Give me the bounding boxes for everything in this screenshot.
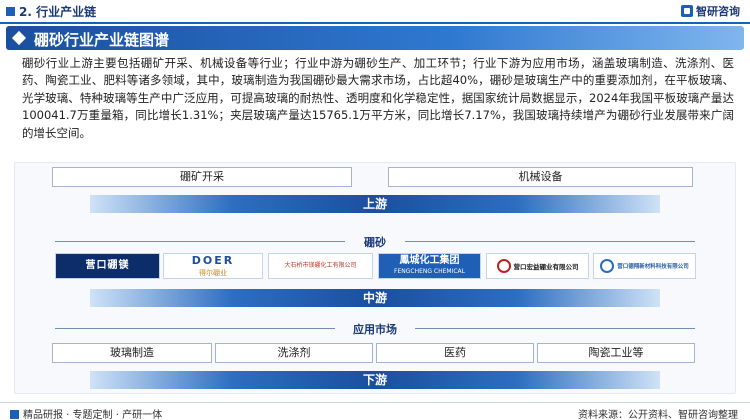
logo-subtext: 得尔硼业	[199, 269, 227, 277]
diamond-icon	[11, 30, 27, 46]
upstream-item-machinery: 机械设备	[388, 167, 693, 187]
downstream-item-medicine: 医药	[376, 343, 534, 363]
brand: 智研咨询	[681, 3, 740, 19]
logo-text: 营口宏益硼业有限公司	[513, 263, 579, 271]
company-logo: DOER 得尔硼业	[163, 253, 263, 279]
description-paragraph: 硼砂行业上游主要包括硼矿开采、机械设备等行业；行业中游为硼砂生产、加工环节；行业…	[22, 56, 734, 140]
section-heading: 2. 行业产业链	[6, 3, 96, 20]
footer-slogan: 精品研报 · 专题定制 · 产研一体	[10, 406, 162, 420]
midstream-bar: 中游	[90, 289, 660, 307]
brand-name: 智研咨询	[696, 5, 740, 18]
emblem-icon	[600, 259, 615, 273]
logo-text: 鳳城化工集团	[399, 255, 460, 266]
logo-subtext: FENGCHENG CHEMICAL	[394, 268, 465, 275]
source-note: 资料来源：公开资料、智研咨询整理	[578, 410, 738, 420]
company-logo: 大石桥市镁硼化工有限公司	[268, 253, 373, 279]
footer: 精品研报 · 专题定制 · 产研一体 资料来源：公开资料、智研咨询整理	[0, 402, 750, 420]
emblem-icon	[496, 259, 511, 273]
company-logo: 营口硼镁	[55, 253, 160, 279]
upstream-bar: 上游	[90, 195, 660, 213]
midstream-category: 硼砂	[364, 236, 386, 249]
divider	[0, 22, 750, 24]
top-bar: 2. 行业产业链 智研咨询	[0, 0, 750, 22]
title-banner: 硼砂行业产业链图谱	[6, 26, 744, 50]
logo-text: DOER	[191, 254, 235, 267]
downstream-item-ceramics: 陶瓷工业等	[537, 343, 695, 363]
downstream-bar: 下游	[90, 371, 660, 389]
page-title: 硼砂行业产业链图谱	[34, 31, 170, 49]
footer-slogan-text: 精品研报 · 专题定制 · 产研一体	[23, 410, 163, 420]
section-heading-text: 2. 行业产业链	[19, 5, 97, 19]
upstream-item-mining: 硼矿开采	[52, 167, 352, 187]
logo-text: 大石桥市镁硼化工有限公司	[284, 262, 357, 269]
company-logo: 营口宏益硼业有限公司	[486, 253, 589, 279]
company-logo: 营口德翔新材料科技有限公司	[593, 253, 696, 279]
downstream-item-detergent: 洗涤剂	[215, 343, 373, 363]
logo-text: 营口硼镁	[85, 260, 130, 271]
logo-text: 营口德翔新材料科技有限公司	[617, 264, 689, 270]
downstream-category: 应用市场	[353, 323, 397, 336]
square-icon	[10, 410, 19, 419]
downstream-item-glass: 玻璃制造	[52, 343, 212, 363]
company-logo: 鳳城化工集团 FENGCHENG CHEMICAL	[378, 253, 481, 279]
square-icon	[6, 7, 15, 16]
brand-logo-icon	[681, 5, 693, 17]
